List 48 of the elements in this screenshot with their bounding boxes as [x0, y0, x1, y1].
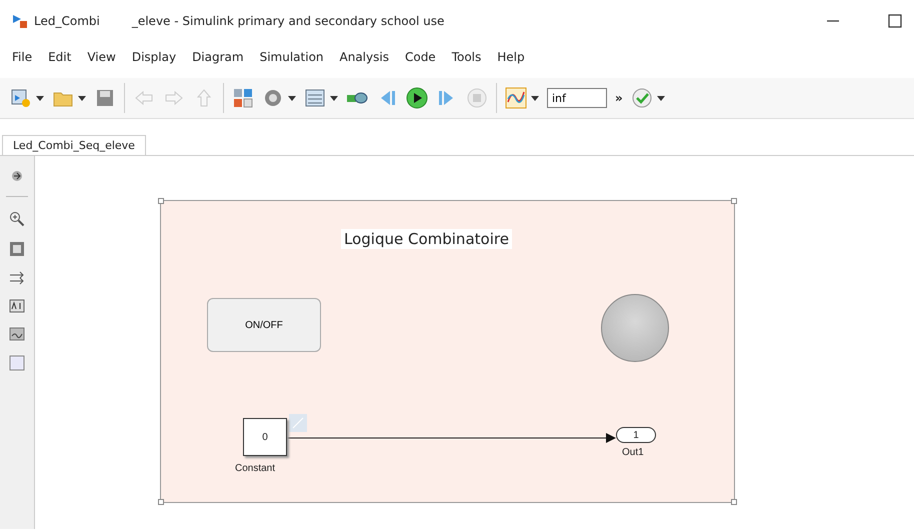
area-title: Logique Combinatoire: [341, 229, 512, 249]
dropdown-caret-icon[interactable]: [78, 96, 86, 100]
menu-item[interactable]: Code: [396, 50, 444, 64]
check-icon[interactable]: [630, 87, 653, 109]
library-browser-icon[interactable]: [232, 87, 254, 109]
block-label: Constant: [235, 463, 276, 474]
run-icon[interactable]: [406, 87, 428, 109]
fit-view-icon[interactable]: [9, 241, 25, 257]
simulink-model-icon: [12, 13, 28, 29]
panel-icon[interactable]: [304, 87, 326, 109]
outport-block: 1: [616, 427, 656, 443]
menu-item[interactable]: Simulation: [252, 50, 332, 64]
save-icon[interactable]: [94, 87, 116, 109]
area-icon[interactable]: [9, 355, 25, 371]
resize-handle[interactable]: [731, 499, 737, 505]
menu-item[interactable]: Tools: [444, 50, 490, 64]
menu-item[interactable]: File: [4, 50, 40, 64]
image-icon[interactable]: [9, 327, 25, 341]
resize-handle[interactable]: [731, 198, 737, 204]
dropdown-caret-icon[interactable]: [656, 96, 665, 100]
window-title: Led_Combi: [34, 14, 100, 28]
dropdown-caret-icon[interactable]: [288, 96, 296, 100]
window-title: _eleve - Simulink primary and secondary school use: [132, 14, 444, 28]
scope-icon[interactable]: [505, 87, 527, 109]
model-tab[interactable]: Led_Combi_Seq_eleve: [2, 135, 146, 155]
push-button[interactable]: ON/OFF: [207, 298, 321, 352]
dropdown-caret-icon[interactable]: [531, 96, 539, 100]
block-label: Out1: [622, 447, 644, 458]
new-model-icon[interactable]: [10, 87, 32, 109]
menu-item[interactable]: Help: [489, 50, 533, 64]
resize-handle[interactable]: [158, 499, 164, 505]
maximize-icon[interactable]: [888, 14, 902, 28]
more-button[interactable]: »: [615, 91, 623, 105]
resize-handle[interactable]: [158, 198, 164, 204]
menu-item[interactable]: Diagram: [184, 50, 252, 64]
menu-item[interactable]: Edit: [40, 50, 80, 64]
menu-item[interactable]: View: [79, 50, 124, 64]
dropdown-caret-icon[interactable]: [36, 96, 44, 100]
route-lines-icon[interactable]: [9, 271, 25, 285]
constant-block: 0: [243, 418, 287, 456]
stop-time-field[interactable]: inf: [547, 88, 607, 108]
parameter-icon: [289, 414, 307, 432]
annotation-icon[interactable]: [9, 299, 25, 313]
dropdown-caret-icon[interactable]: [330, 96, 338, 100]
hide-browser-icon[interactable]: [11, 170, 23, 182]
menu-item[interactable]: Analysis: [332, 50, 397, 64]
menu-item[interactable]: Display: [124, 50, 184, 64]
zoom-icon[interactable]: [9, 211, 25, 227]
